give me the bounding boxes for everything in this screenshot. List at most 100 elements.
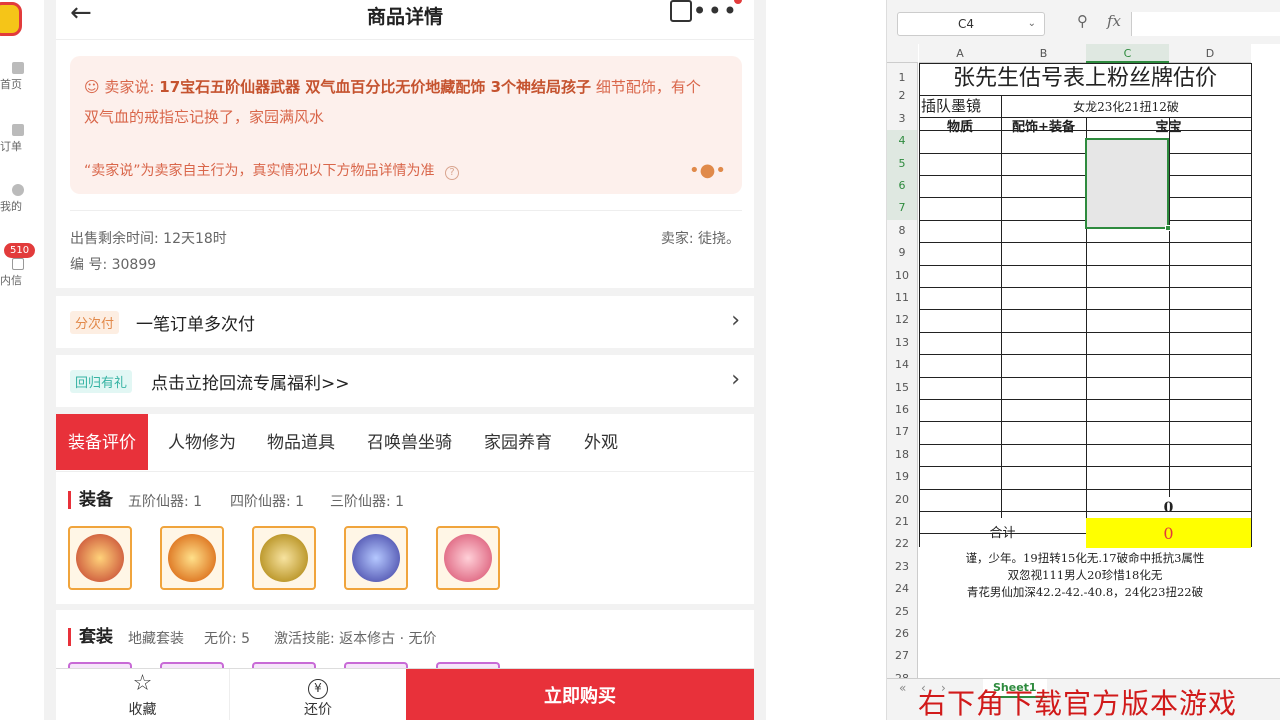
- buy-now-button[interactable]: 立即购买: [406, 669, 754, 720]
- equipment-item[interactable]: [68, 526, 132, 590]
- grid-line: [1169, 117, 1170, 497]
- mask-icon: [260, 534, 308, 582]
- tab-summons[interactable]: 召唤兽坐骑: [367, 414, 452, 470]
- column-header-b[interactable]: B: [1001, 44, 1086, 63]
- tab-home[interactable]: 家园养育: [484, 414, 552, 470]
- row-header-6[interactable]: 6: [887, 175, 918, 198]
- installment-row[interactable]: 分次付 一笔订单多次付 ›: [56, 296, 754, 348]
- nav-item-messages[interactable]: 内信: [0, 258, 36, 288]
- row-header-26[interactable]: 26: [887, 623, 918, 646]
- time-left: 出售剩余时间: 12天18时: [70, 231, 227, 247]
- row-header-18[interactable]: 18: [887, 443, 918, 467]
- divider: [56, 471, 754, 472]
- row-header-27[interactable]: 27: [887, 645, 918, 668]
- column-header-c[interactable]: C: [1086, 44, 1169, 63]
- header-peishi[interactable]: 配饰+装备: [1001, 118, 1086, 138]
- sheet-title[interactable]: 张先生估号表上粉丝牌估价: [919, 64, 1251, 94]
- row-header-2[interactable]: 2: [887, 85, 918, 108]
- favorite-button[interactable]: ☆ 收藏: [56, 669, 230, 720]
- total-value[interactable]: 0: [1086, 522, 1251, 546]
- row-header-25[interactable]: 25: [887, 600, 918, 623]
- row-header-7[interactable]: 7: [887, 197, 918, 220]
- row-header-10[interactable]: 10: [887, 264, 918, 287]
- grid-line: [919, 332, 1251, 333]
- grid-line: [1251, 63, 1252, 547]
- row-header-24[interactable]: 24: [887, 578, 918, 601]
- row-header-23[interactable]: 23: [887, 555, 918, 579]
- grid-line: [919, 466, 1251, 467]
- nav-item-home[interactable]: 首页: [0, 62, 36, 92]
- note-row-22[interactable]: 谨，少年。19扭转15化无.17破命中抵抗3属性: [919, 549, 1251, 567]
- tab-equipment-rating[interactable]: 装备评价: [56, 414, 148, 470]
- more-icon[interactable]: •••: [693, 0, 738, 23]
- row-header-13[interactable]: 13: [887, 331, 918, 355]
- fx-icon[interactable]: fx: [1107, 12, 1121, 30]
- page-title: 商品详情: [366, 6, 443, 28]
- select-all-corner[interactable]: [887, 44, 918, 63]
- column-header-a[interactable]: A: [919, 44, 1001, 63]
- total-label[interactable]: 合计: [919, 523, 1086, 545]
- nav-item-mine[interactable]: 我的: [0, 184, 36, 214]
- first-sheet-icon[interactable]: «: [899, 681, 906, 695]
- search-icon[interactable]: ⚲: [1077, 12, 1088, 30]
- tab-appearance[interactable]: 外观: [584, 414, 618, 470]
- row-header-15[interactable]: 15: [887, 376, 918, 399]
- nav-item-label: 订单: [0, 140, 22, 153]
- row-header-17[interactable]: 17: [887, 421, 918, 444]
- row-header-11[interactable]: 11: [887, 287, 918, 310]
- header-baobao[interactable]: 宝宝: [1086, 118, 1251, 138]
- seller-card: ☺ 卖家说: 17宝石五阶仙器武器 双气血百分比无价地藏配饰 3个神结局孩子 细…: [56, 40, 754, 288]
- row-header-22[interactable]: 22: [887, 533, 918, 556]
- note-row-23[interactable]: 双忽视111男人20珍惜18化无: [919, 566, 1251, 584]
- row-header-4[interactable]: 4: [887, 130, 918, 153]
- equipment-item[interactable]: [436, 526, 500, 590]
- nav-item-label: 我的: [0, 200, 22, 213]
- seller-says-line2: 双气血的戒指忘记换了，家园满风水: [84, 108, 325, 126]
- equipment-item[interactable]: [160, 526, 224, 590]
- row-header-3[interactable]: 3: [887, 107, 918, 131]
- seller-disclaimer: “卖家说”为卖家自主行为，真实情况以下方物品详情为准 ?: [84, 160, 459, 180]
- tier3-count: 三阶仙器: 1: [330, 494, 405, 510]
- chat-icon: ☺: [84, 78, 100, 96]
- row-header-20[interactable]: 20: [887, 488, 918, 511]
- cell-a2[interactable]: 插队墨镜: [919, 96, 1001, 116]
- suit-name: 地藏套装: [128, 631, 184, 647]
- name-box[interactable]: C4 ⌄: [897, 12, 1045, 36]
- header-wuzhi[interactable]: 物质: [919, 118, 1001, 138]
- chevron-right-icon: ›: [731, 308, 740, 333]
- bargain-button[interactable]: ¥ 还价: [231, 669, 405, 720]
- app-logo-icon[interactable]: [0, 2, 22, 36]
- formula-input[interactable]: [1131, 12, 1280, 36]
- row-header-21[interactable]: 21: [887, 511, 918, 534]
- row-header-12[interactable]: 12: [887, 309, 918, 332]
- seller-name[interactable]: 卖家: 徒挠。: [661, 228, 740, 248]
- expand-dots-icon[interactable]: •●•: [689, 160, 726, 181]
- fill-handle[interactable]: [1165, 225, 1171, 231]
- equipment-item[interactable]: [252, 526, 316, 590]
- cell-c20[interactable]: 0: [1086, 498, 1251, 518]
- row-header-5[interactable]: 5: [887, 152, 918, 175]
- selected-cell[interactable]: [1085, 138, 1169, 229]
- video-watermark: 右下角下载官方版本游戏: [918, 687, 1238, 720]
- nav-item-orders[interactable]: 订单: [0, 124, 36, 154]
- row-header-8[interactable]: 8: [887, 219, 918, 243]
- tab-character[interactable]: 人物修为: [168, 414, 236, 470]
- nav-item-label: 内信: [0, 274, 22, 287]
- row-header-19[interactable]: 19: [887, 466, 918, 489]
- share-icon[interactable]: [670, 0, 692, 22]
- grid-line: [919, 377, 1251, 378]
- note-row-24[interactable]: 青花男仙加深42.2-42.-40.8，24化23扭22破: [919, 583, 1251, 601]
- row-header-14[interactable]: 14: [887, 354, 918, 377]
- row-header-16[interactable]: 16: [887, 399, 918, 422]
- tab-items[interactable]: 物品道具: [267, 414, 335, 470]
- welfare-row[interactable]: 回归有礼 点击立抢回流专属福利>> ›: [56, 355, 754, 407]
- column-header-d[interactable]: D: [1169, 44, 1251, 63]
- formula-bar: C4 ⌄ ⚲ fx: [887, 0, 1280, 44]
- cell-b2[interactable]: 女龙23化21扭12破: [1001, 97, 1251, 117]
- equipment-item[interactable]: [344, 526, 408, 590]
- help-icon[interactable]: ?: [444, 166, 459, 180]
- star-icon: ☆: [132, 671, 153, 696]
- row-header-1[interactable]: 1: [887, 63, 918, 86]
- row-header-9[interactable]: 9: [887, 242, 918, 265]
- user-icon: [12, 184, 24, 196]
